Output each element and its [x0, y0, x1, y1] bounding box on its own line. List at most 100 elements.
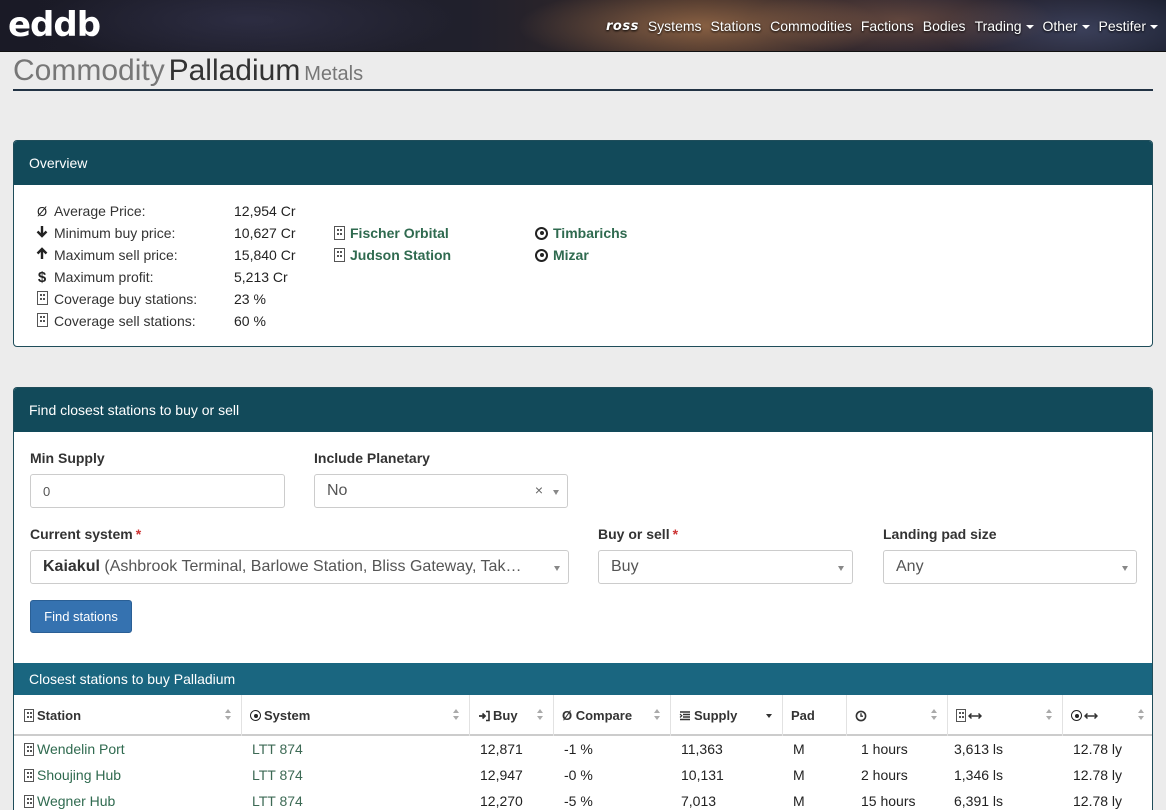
min-buy-system-name: Timbarichs — [553, 225, 628, 241]
row-station-link[interactable]: Shoujing Hub — [14, 762, 242, 788]
nav-brand-ross[interactable]: ross — [606, 19, 639, 34]
row-pad: M — [793, 793, 805, 809]
nav-factions[interactable]: Factions — [861, 18, 914, 34]
col-compare-label: Ø Compare — [562, 708, 633, 723]
current-system-label-text: Current system — [30, 526, 133, 542]
sort-desc-icon — [766, 709, 774, 721]
landing-pad-value: Any — [896, 558, 924, 575]
average-icon: Ø — [36, 203, 48, 219]
top-navbar: eddb ross Systems Stations Commodities F… — [0, 0, 1166, 52]
col-station-label: Station — [37, 708, 82, 723]
average-price-value: 12,954 Cr — [234, 203, 296, 219]
max-sell-value: 15,840 Cr — [234, 247, 296, 263]
min-buy-station-link[interactable]: Fischer Orbital — [334, 222, 449, 244]
row-supply: 11,363 — [681, 741, 723, 757]
chevron-down-icon — [838, 566, 844, 571]
nav-stations[interactable]: Stations — [711, 18, 762, 34]
system-target-icon — [1071, 710, 1082, 721]
col-station[interactable]: Station — [14, 695, 242, 736]
station-name: Wegner Hub — [37, 793, 116, 809]
col-distance-ly[interactable] — [1063, 695, 1152, 736]
nav-user-dropdown[interactable]: Pestifer — [1099, 18, 1158, 34]
col-supply[interactable]: Supply — [671, 695, 783, 736]
station-name: Wendelin Port — [37, 741, 125, 757]
col-buy[interactable]: Buy — [470, 695, 554, 736]
row-buy: 12,947 — [480, 767, 523, 783]
include-planetary-value: No — [327, 482, 348, 499]
list-icon — [679, 710, 690, 720]
min-buy-station-name: Fischer Orbital — [350, 225, 449, 241]
coverage-buy-label: Coverage buy stations: — [54, 291, 198, 307]
building-icon — [24, 768, 34, 782]
nav-other-label: Other — [1042, 18, 1078, 34]
row-station-link[interactable]: Wegner Hub — [14, 788, 242, 810]
find-stations-heading: Find closest stations to buy or sell — [14, 388, 1152, 432]
max-profit-row: $ Maximum profit: 5,213 Cr — [34, 266, 288, 288]
overview-panel: Overview Ø Average Price: 12,954 Cr Mini… — [13, 140, 1153, 347]
average-price-row: Ø Average Price: 12,954 Cr — [34, 200, 296, 222]
col-pad-label: Pad — [791, 708, 815, 723]
sort-icon — [453, 709, 461, 721]
col-compare[interactable]: Ø Compare — [554, 695, 671, 736]
building-icon — [34, 290, 50, 308]
max-sell-system-link[interactable]: Mizar — [535, 244, 589, 266]
current-system-stations: (Ashbrook Terminal, Barlowe Station, Bli… — [104, 558, 522, 575]
buy-or-sell-label: Buy or sell * — [598, 526, 678, 542]
row-distance-ly: 12.78 ly — [1073, 741, 1123, 757]
nav-other-dropdown[interactable]: Other — [1043, 18, 1090, 34]
buy-or-sell-select[interactable]: Buy — [598, 550, 853, 584]
table-row: Wendelin Port LTT 874 12,871 -1 % 11,363… — [14, 736, 1152, 762]
row-station-link[interactable]: Wendelin Port — [14, 736, 242, 762]
buy-or-sell-label-text: Buy or sell — [598, 526, 670, 542]
min-buy-value: 10,627 Cr — [234, 225, 296, 241]
row-system-link[interactable]: LTT 874 — [242, 736, 470, 762]
col-system[interactable]: System — [242, 695, 470, 736]
system-target-icon — [250, 710, 261, 721]
station-name: Shoujing Hub — [37, 767, 122, 783]
nav-trading-dropdown[interactable]: Trading — [975, 18, 1034, 34]
coverage-sell-row: Coverage sell stations: 60 % — [34, 310, 266, 332]
required-mark: * — [672, 526, 679, 542]
row-distance-to-star: 6,391 ls — [954, 793, 1004, 809]
clock-icon — [855, 710, 867, 721]
coverage-buy-value: 23 % — [234, 291, 266, 307]
results-table-header: Station System Buy Ø Compare Supply Pad — [14, 695, 1152, 736]
average-price-label: Average Price: — [54, 203, 146, 219]
nav-bodies[interactable]: Bodies — [923, 18, 966, 34]
row-system-link[interactable]: LTT 874 — [242, 762, 470, 788]
distance-arrows-icon — [968, 712, 982, 719]
building-icon — [956, 709, 966, 722]
max-sell-station-link[interactable]: Judson Station — [334, 244, 451, 266]
nav-commodities[interactable]: Commodities — [770, 18, 852, 34]
current-system-select[interactable]: Kaiakul (Ashbrook Terminal, Barlowe Stat… — [30, 550, 569, 584]
distance-arrows-icon — [1084, 712, 1098, 719]
sign-in-icon — [479, 710, 490, 721]
find-stations-panel: Find closest stations to buy or sell Min… — [13, 387, 1153, 810]
nav-systems[interactable]: Systems — [648, 18, 702, 34]
include-planetary-label: Include Planetary — [314, 450, 430, 466]
table-row: Shoujing Hub LTT 874 12,947 -0 % 10,131 … — [14, 762, 1152, 788]
arrow-down-icon — [34, 225, 50, 241]
include-planetary-select[interactable]: No × — [314, 474, 568, 508]
col-updated[interactable] — [847, 695, 948, 736]
landing-pad-select[interactable]: Any — [883, 550, 1137, 584]
clear-icon[interactable]: × — [535, 482, 543, 498]
col-distance-to-star[interactable] — [948, 695, 1063, 736]
chevron-down-icon — [1122, 566, 1128, 571]
max-profit-value: 5,213 Cr — [234, 269, 288, 285]
row-system-link[interactable]: LTT 874 — [242, 788, 470, 810]
dollar-icon: $ — [37, 268, 47, 286]
building-icon — [24, 742, 34, 756]
find-stations-button[interactable]: Find stations — [30, 600, 132, 633]
max-sell-label: Maximum sell price: — [54, 247, 178, 263]
row-distance-to-star: 1,346 ls — [954, 767, 1004, 783]
col-pad[interactable]: Pad — [783, 695, 847, 736]
min-supply-input[interactable] — [30, 474, 285, 508]
nav-trading-label: Trading — [974, 18, 1022, 34]
min-buy-system-link[interactable]: Timbarichs — [535, 222, 627, 244]
eddb-logo[interactable]: eddb — [8, 8, 101, 42]
system-target-icon — [535, 248, 548, 262]
coverage-buy-row: Coverage buy stations: 23 % — [34, 288, 266, 310]
caret-down-icon — [1081, 25, 1090, 30]
row-compare: -0 % — [564, 767, 593, 783]
